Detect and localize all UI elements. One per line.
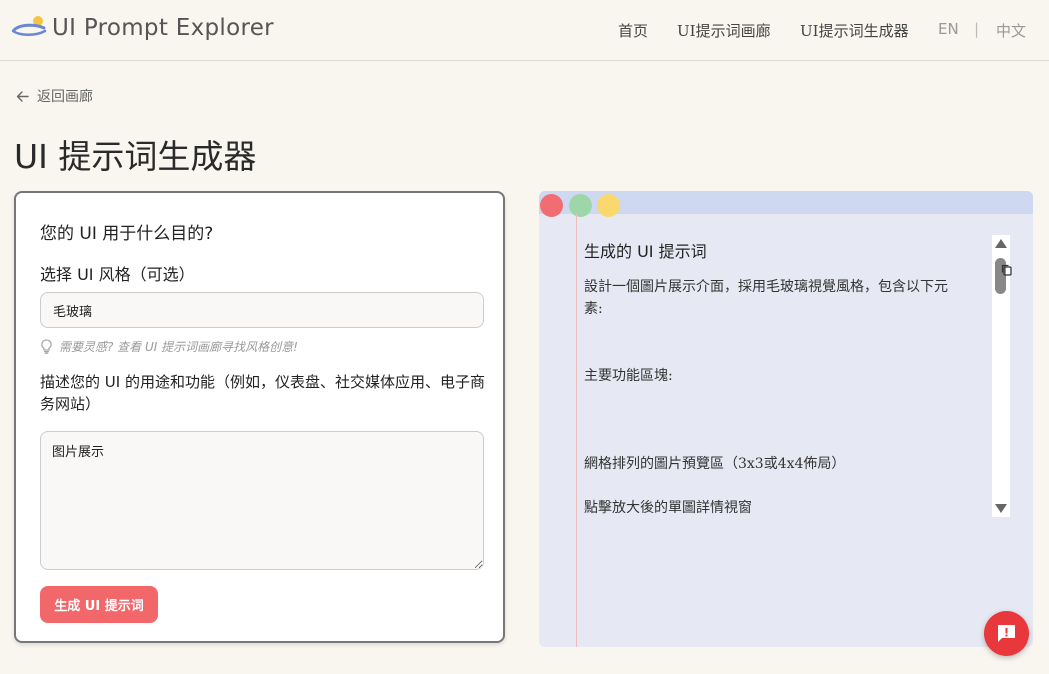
lang-zh[interactable]: 中文 — [996, 20, 1026, 41]
top-header: UI Prompt Explorer 首页 UI提示词画廊 UI提示词生成器 E… — [0, 0, 1049, 61]
inspiration-hint[interactable]: 需要灵感? 查看 UI 提示词画廊寻找风格创意! — [40, 338, 298, 355]
back-link-label: 返回画廊 — [37, 89, 93, 105]
arrow-left-icon — [16, 90, 29, 102]
output-scrollbar[interactable] — [992, 235, 1010, 517]
page-title: UI 提示词生成器 — [14, 137, 257, 176]
prompt-line: 主要功能區塊: — [584, 368, 673, 384]
scroll-up-arrow-icon[interactable] — [995, 239, 1007, 248]
prompt-output-panel: 生成的 UI 提示词 設計一個圖片展示介面，採用毛玻璃視覺風格，包含以下元素: … — [539, 191, 1033, 647]
back-to-gallery-link[interactable]: 返回画廊 — [16, 86, 93, 106]
purpose-question: 您的 UI 用于什么目的? — [40, 224, 214, 244]
feedback-button[interactable] — [984, 611, 1029, 656]
description-textarea[interactable]: 图片展示 — [40, 431, 484, 570]
generated-prompt-text[interactable]: 設計一個圖片展示介面，採用毛玻璃視覺風格，包含以下元素: 主要功能區塊: 網格排… — [584, 276, 954, 516]
lang-separator: | — [974, 20, 980, 38]
lightbulb-icon — [41, 339, 52, 354]
nav-home[interactable]: 首页 — [618, 20, 648, 41]
hint-text: 需要灵感? 查看 UI 提示词画廊寻找风格创意! — [59, 340, 298, 354]
window-maximize-dot — [569, 194, 592, 217]
style-label: 选择 UI 风格（可选） — [40, 265, 195, 284]
feedback-icon — [998, 625, 1015, 642]
prompt-line: 設計一個圖片展示介面，採用毛玻璃視覺風格，包含以下元素: — [584, 279, 948, 317]
nav-generator[interactable]: UI提示词生成器 — [800, 20, 909, 41]
prompt-line: 網格排列的圖片預覽區（3x3或4x4佈局） — [584, 456, 846, 472]
prompt-form-card: 您的 UI 用于什么目的? 选择 UI 风格（可选） 需要灵感? 查看 UI 提… — [14, 191, 505, 643]
brand-logo-icon — [11, 16, 47, 36]
scroll-down-arrow-icon[interactable] — [995, 504, 1007, 513]
output-title: 生成的 UI 提示词 — [584, 242, 707, 261]
description-label: 描述您的 UI 的用途和功能（例如，仪表盘、社交媒体应用、电子商务网站） — [40, 373, 485, 413]
generate-prompt-button[interactable]: 生成 UI 提示词 — [40, 586, 158, 623]
style-input[interactable] — [40, 292, 484, 328]
nav-gallery[interactable]: UI提示词画廊 — [677, 20, 771, 41]
window-minimize-dot — [597, 194, 620, 217]
notebook-margin-line — [576, 214, 577, 647]
prompt-line: 點擊放大後的單圖詳情視窗 — [584, 500, 752, 516]
brand-name[interactable]: UI Prompt Explorer — [52, 15, 274, 41]
lang-en[interactable]: EN — [938, 20, 959, 38]
window-close-dot — [540, 194, 563, 217]
copy-icon[interactable] — [1000, 263, 1014, 277]
